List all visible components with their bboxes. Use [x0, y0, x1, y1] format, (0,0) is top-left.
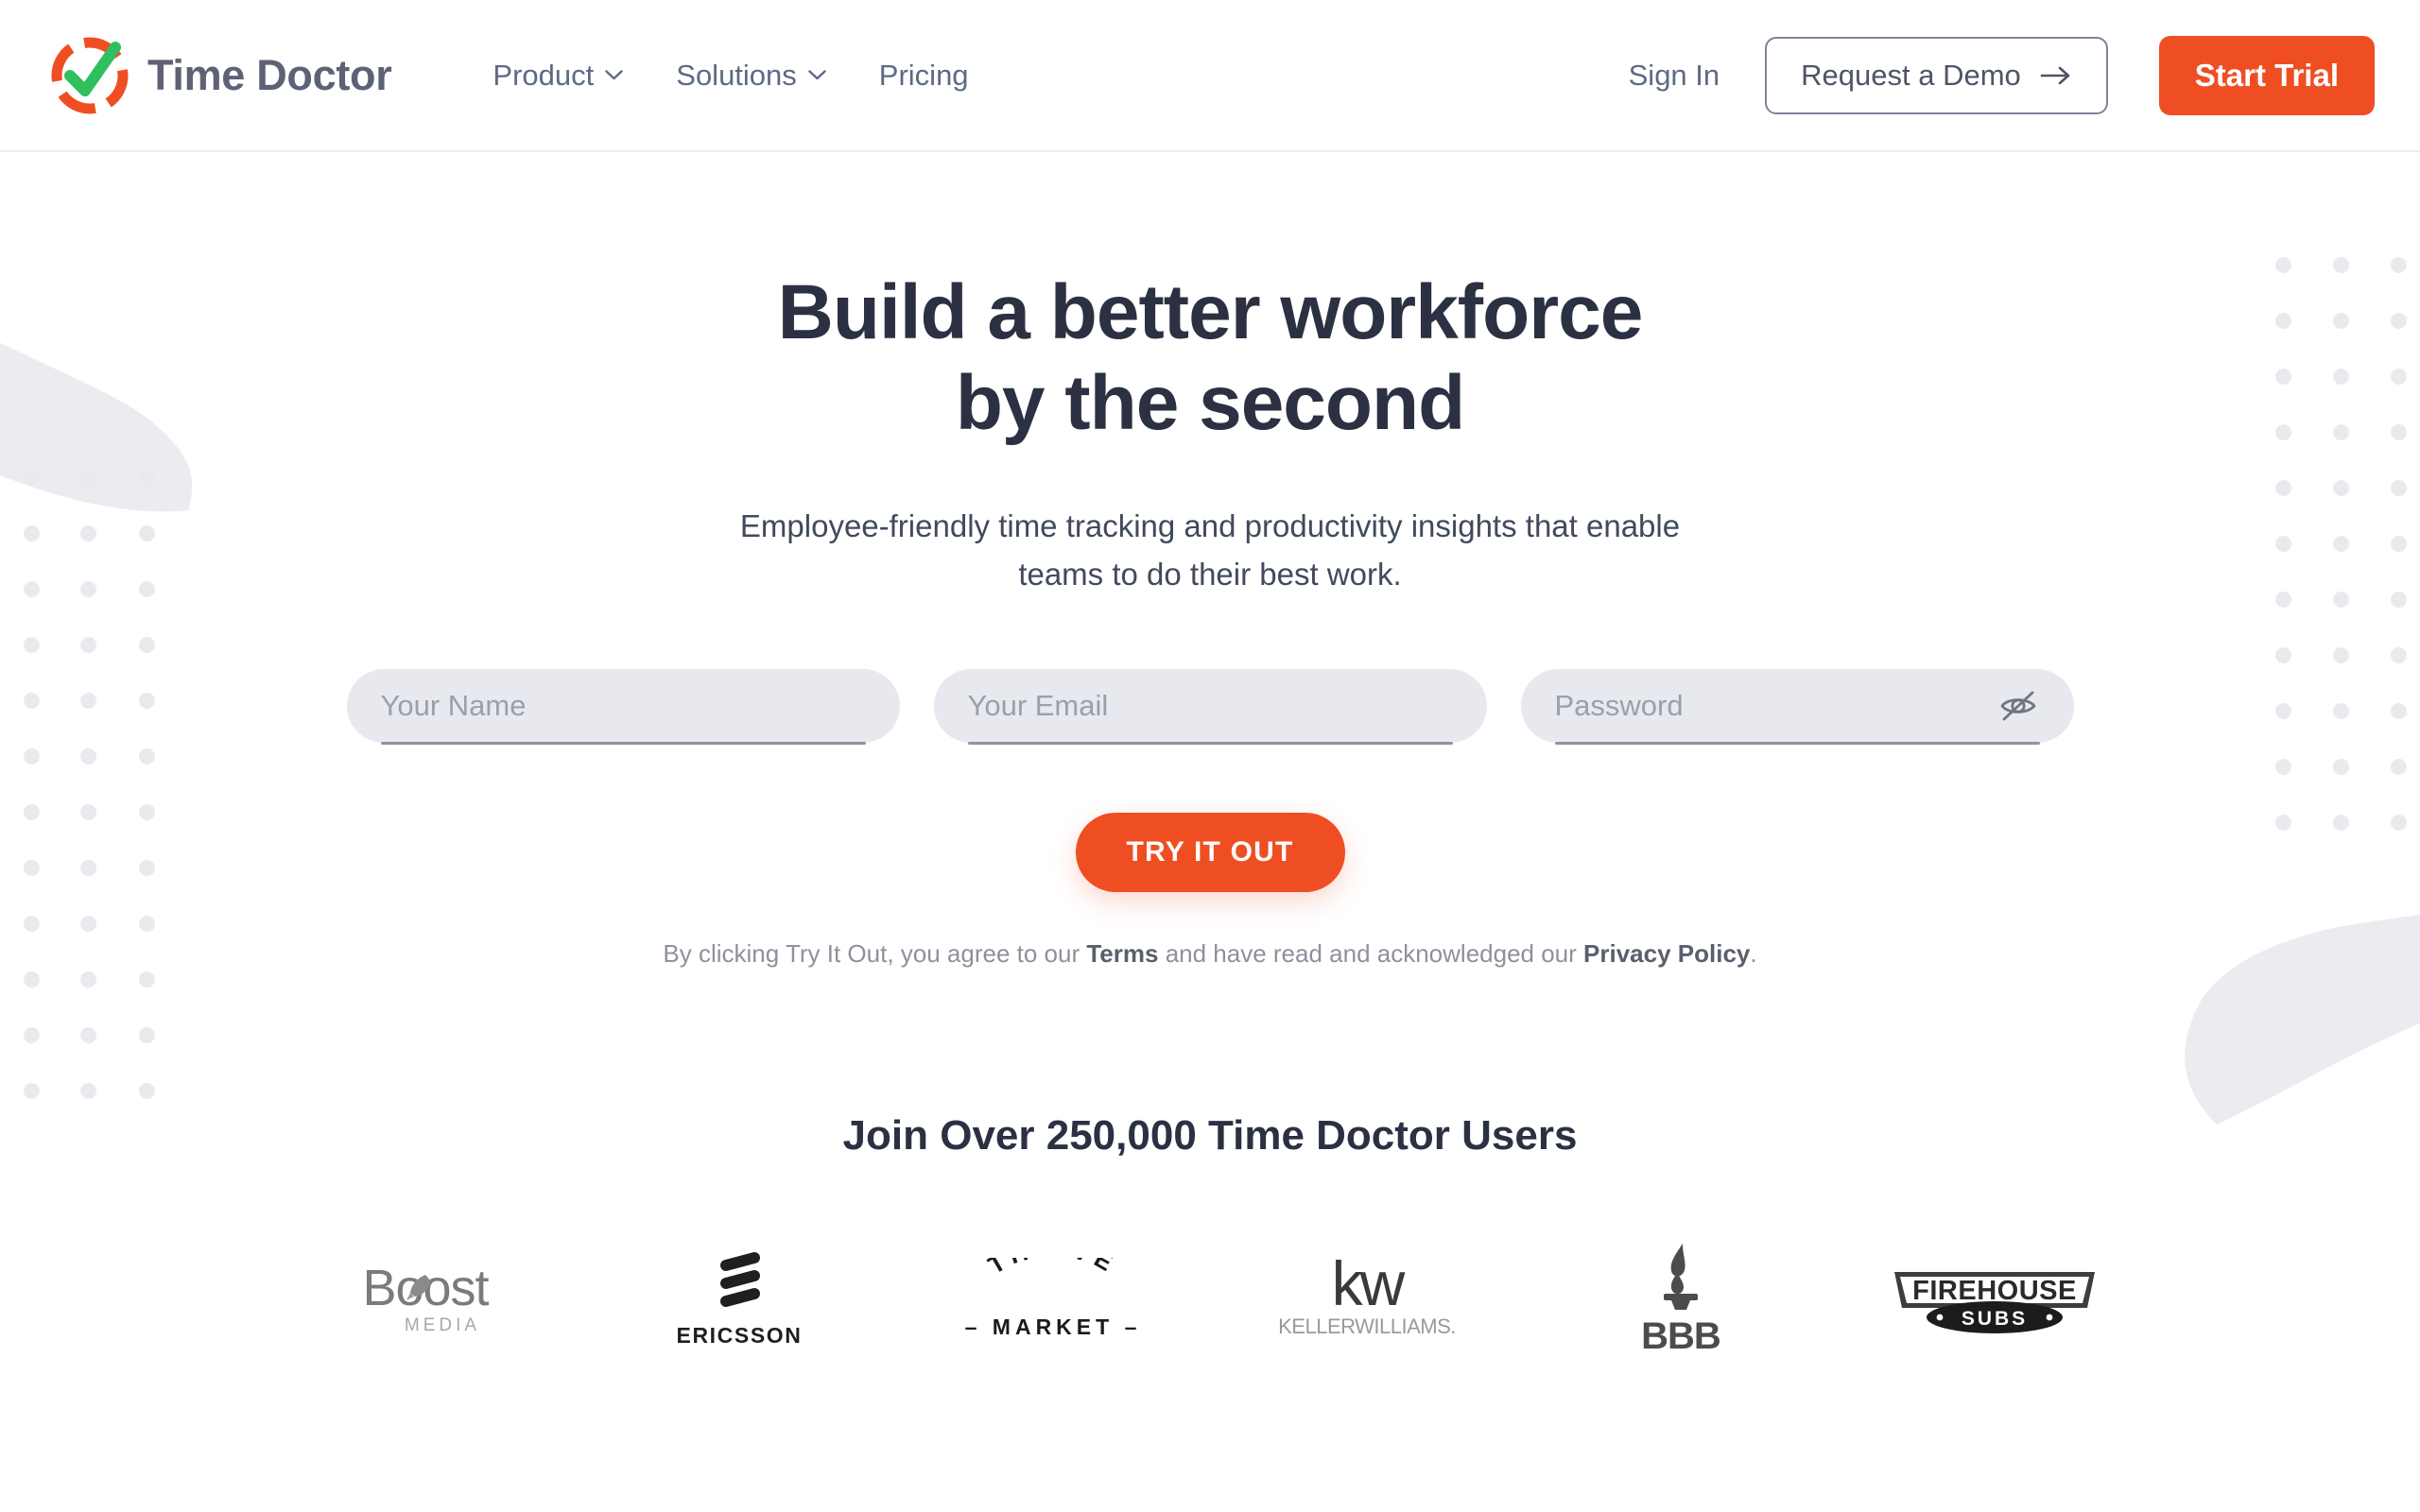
- nav-item-solutions-label: Solutions: [676, 58, 797, 92]
- page-title-line-1: Build a better workforce: [777, 269, 1644, 355]
- rocket-icon: [406, 1274, 432, 1300]
- ericsson-mark-icon: [720, 1251, 760, 1307]
- password-field-wrapper: [1520, 668, 2074, 745]
- thrive-market-sub-word: MARKET: [992, 1314, 1115, 1340]
- client-logo-keller-williams: kw KELLERWILLIAMS.: [1235, 1243, 1499, 1356]
- bbb-wordmark: BBB: [1641, 1315, 1721, 1358]
- start-trial-button[interactable]: Start Trial: [2158, 35, 2375, 115]
- terms-disclaimer: By clicking Try It Out, you agree to our…: [0, 939, 2420, 969]
- client-logo-bbb: BBB: [1548, 1243, 1813, 1358]
- landing-page: Time Doctor Product Solutions Pricing Si…: [0, 0, 2420, 1512]
- decorative-dot: [80, 971, 96, 988]
- time-doctor-clock-check-logo-icon: [49, 35, 130, 116]
- signup-form: [0, 668, 2420, 745]
- social-proof-section: Join Over 250,000 Time Doctor Users Boos…: [0, 1111, 2420, 1358]
- client-logo-boost-media: Boost MEDIA: [293, 1243, 558, 1356]
- email-input[interactable]: [967, 668, 1453, 743]
- name-field-underline: [380, 741, 866, 745]
- terms-suffix-text: .: [1750, 938, 1757, 968]
- request-demo-label: Request a Demo: [1801, 58, 2021, 92]
- subs-word: SUBS: [1962, 1308, 2028, 1330]
- name-input[interactable]: [380, 668, 866, 743]
- nav-item-pricing[interactable]: Pricing: [879, 59, 969, 93]
- keller-williams-mark: kw: [1331, 1248, 1406, 1319]
- decorative-dot: [24, 971, 40, 988]
- nav-item-product[interactable]: Product: [493, 59, 623, 93]
- boost-media-wordmark: Boost: [362, 1263, 489, 1314]
- page-title: Build a better workforce by the second: [0, 267, 2420, 449]
- keller-williams-wordmark: KELLERWILLIAMS.: [1278, 1314, 1456, 1339]
- hero-subheading-line-1: Employee-friendly time tracking and prod…: [739, 507, 1681, 543]
- eye-off-icon: [2000, 691, 2035, 721]
- main-navigation: Product Solutions Pricing: [493, 59, 968, 93]
- client-logo-thrive-market: THRIVE – MARKET –: [921, 1243, 1185, 1356]
- decorative-dot: [24, 1083, 40, 1099]
- privacy-policy-link[interactable]: Privacy Policy: [1583, 939, 1750, 968]
- decorative-dot: [139, 1083, 155, 1099]
- decorative-dot: [139, 971, 155, 988]
- email-field-underline: [967, 741, 1453, 745]
- try-it-out-button[interactable]: TRY IT OUT: [1075, 812, 1345, 892]
- decorative-dot: [80, 1083, 96, 1099]
- name-field-wrapper: [346, 668, 900, 745]
- password-input[interactable]: [1554, 668, 2040, 743]
- decorative-dot: [24, 1027, 40, 1043]
- bbb-torch-icon: [1663, 1244, 1698, 1311]
- social-proof-heading: Join Over 250,000 Time Doctor Users: [842, 1111, 1578, 1159]
- decorative-dot: [80, 1027, 96, 1043]
- thrive-market-subtext: – MARKET –: [964, 1314, 1142, 1340]
- nav-item-solutions[interactable]: Solutions: [676, 59, 826, 93]
- request-demo-button[interactable]: Request a Demo: [1765, 36, 2108, 114]
- chevron-down-icon: [605, 70, 623, 80]
- ericsson-wordmark: ERICSSON: [676, 1322, 803, 1348]
- brand-wordmark: Time Doctor: [147, 50, 392, 99]
- password-field-underline: [1554, 741, 2040, 745]
- hero-section: Build a better workforce by the second E…: [0, 152, 2420, 969]
- terms-middle-text: and have read and acknowledged our: [1158, 938, 1584, 968]
- terms-link[interactable]: Terms: [1086, 939, 1158, 968]
- page-title-line-2: by the second: [955, 359, 1465, 446]
- thrive-arched-wordmark: THRIVE: [983, 1258, 1122, 1280]
- hero-subheading: Employee-friendly time tracking and prod…: [0, 502, 2420, 599]
- toggle-password-visibility-button[interactable]: [1998, 686, 2038, 726]
- site-header: Time Doctor Product Solutions Pricing Si…: [0, 0, 2420, 152]
- cta-wrapper: TRY IT OUT: [0, 812, 2420, 892]
- firehouse-subs-badge-icon: FIREHOUSE SUBS: [1894, 1271, 2095, 1333]
- sign-in-link[interactable]: Sign In: [1629, 59, 1720, 93]
- brand-logo-link[interactable]: Time Doctor: [49, 35, 392, 116]
- svg-text:THRIVE: THRIVE: [983, 1258, 1122, 1280]
- header-actions: Sign In Request a Demo Start Trial: [1629, 35, 2375, 115]
- decorative-dot: [139, 1027, 155, 1043]
- hero-subheading-line-2: teams to do their best work.: [1018, 557, 1402, 593]
- arrow-right-icon: [2040, 66, 2070, 84]
- chevron-down-icon: [808, 70, 826, 80]
- terms-prefix-text: By clicking Try It Out, you agree to our: [663, 938, 1087, 968]
- client-logo-row: Boost MEDIA: [0, 1243, 2420, 1358]
- boost-media-subtext: MEDIA: [404, 1314, 481, 1335]
- client-logo-firehouse-subs: FIREHOUSE SUBS: [1862, 1243, 2127, 1356]
- email-field-wrapper: [933, 668, 1487, 745]
- nav-item-pricing-label: Pricing: [878, 58, 969, 92]
- client-logo-ericsson: ERICSSON: [607, 1243, 872, 1356]
- nav-item-product-label: Product: [493, 58, 595, 92]
